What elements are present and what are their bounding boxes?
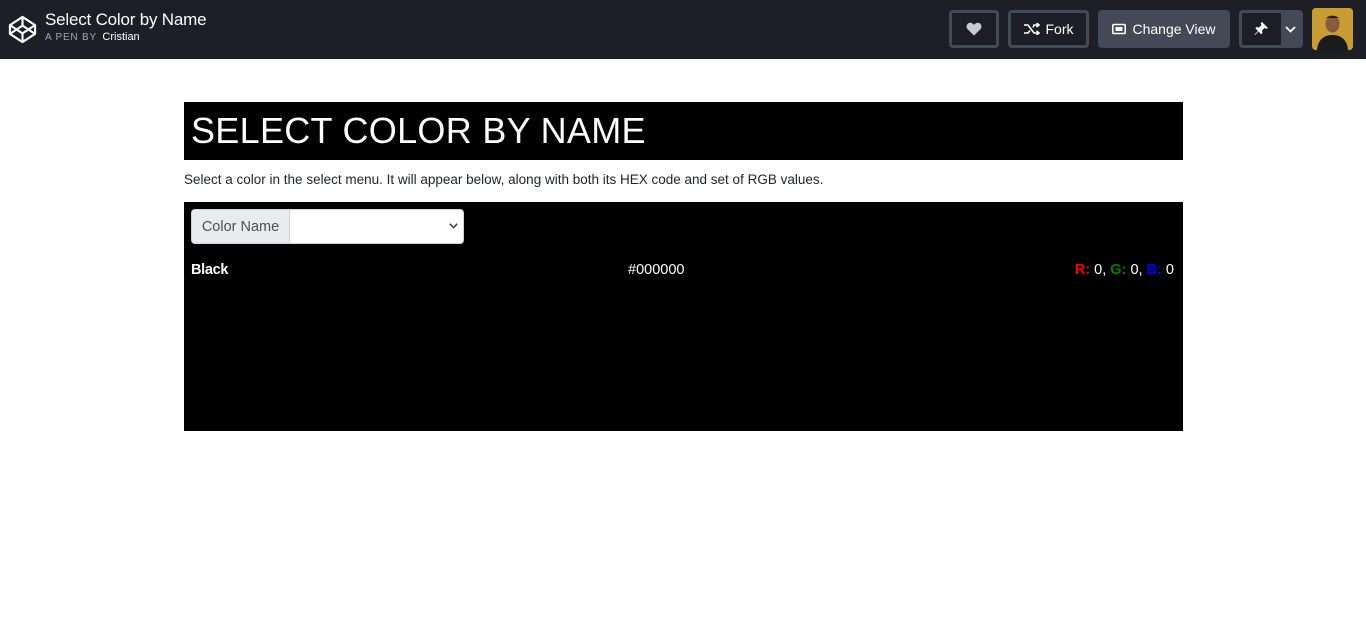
author-link[interactable]: Cristian <box>102 31 139 43</box>
r-label: R: <box>1074 262 1091 278</box>
page-title: SELECT COLOR BY NAME <box>191 110 646 151</box>
b-value: 0 <box>1165 262 1174 278</box>
pin-button-group <box>1239 10 1303 48</box>
chevron-down-icon <box>449 223 458 229</box>
change-view-icon <box>1112 23 1127 35</box>
color-name: Black <box>191 262 229 278</box>
fork-icon <box>1023 23 1040 35</box>
pin-dropdown-button[interactable] <box>1280 13 1300 45</box>
pen-titles: Select Color by Name A PEN BY Cristian <box>45 10 207 45</box>
heading-box: SELECT COLOR BY NAME <box>184 102 1183 160</box>
hex-code: #000000 <box>628 262 685 278</box>
pin-icon <box>1254 22 1269 35</box>
heart-icon <box>966 22 982 36</box>
fork-button[interactable]: Fork <box>1008 10 1089 48</box>
top-bar: Select Color by Name A PEN BY Cristian F… <box>0 0 1366 59</box>
heart-button[interactable] <box>949 10 999 48</box>
color-select-group: Color Name <box>191 209 464 244</box>
pin-button[interactable] <box>1242 13 1281 45</box>
r-value: 0 <box>1094 262 1103 278</box>
fork-label: Fork <box>1045 21 1074 37</box>
chevron-down-icon <box>1285 25 1296 33</box>
color-name-select[interactable] <box>290 210 463 243</box>
avatar-image <box>1312 8 1353 50</box>
color-preview-panel: Color Name Black #000000 R: 0, G: 0, B: … <box>184 202 1183 431</box>
codepen-logo-icon[interactable] <box>8 15 37 44</box>
change-view-label: Change View <box>1132 21 1216 37</box>
avatar[interactable] <box>1312 8 1353 50</box>
color-select-label: Color Name <box>192 210 290 243</box>
pen-byline: A PEN BY Cristian <box>45 30 206 45</box>
g-label: G: <box>1110 262 1127 278</box>
main-content: SELECT COLOR BY NAME Select a color in t… <box>184 102 1183 431</box>
b-label: B: <box>1146 262 1162 278</box>
rgb-values: R: 0, G: 0, B: 0 <box>1074 262 1174 278</box>
g-value: 0 <box>1130 262 1139 278</box>
pen-title[interactable]: Select Color by Name <box>45 10 207 30</box>
byline-prefix: A PEN BY <box>45 32 97 43</box>
change-view-button[interactable]: Change View <box>1098 10 1230 48</box>
description: Select a color in the select menu. It wi… <box>184 172 824 187</box>
